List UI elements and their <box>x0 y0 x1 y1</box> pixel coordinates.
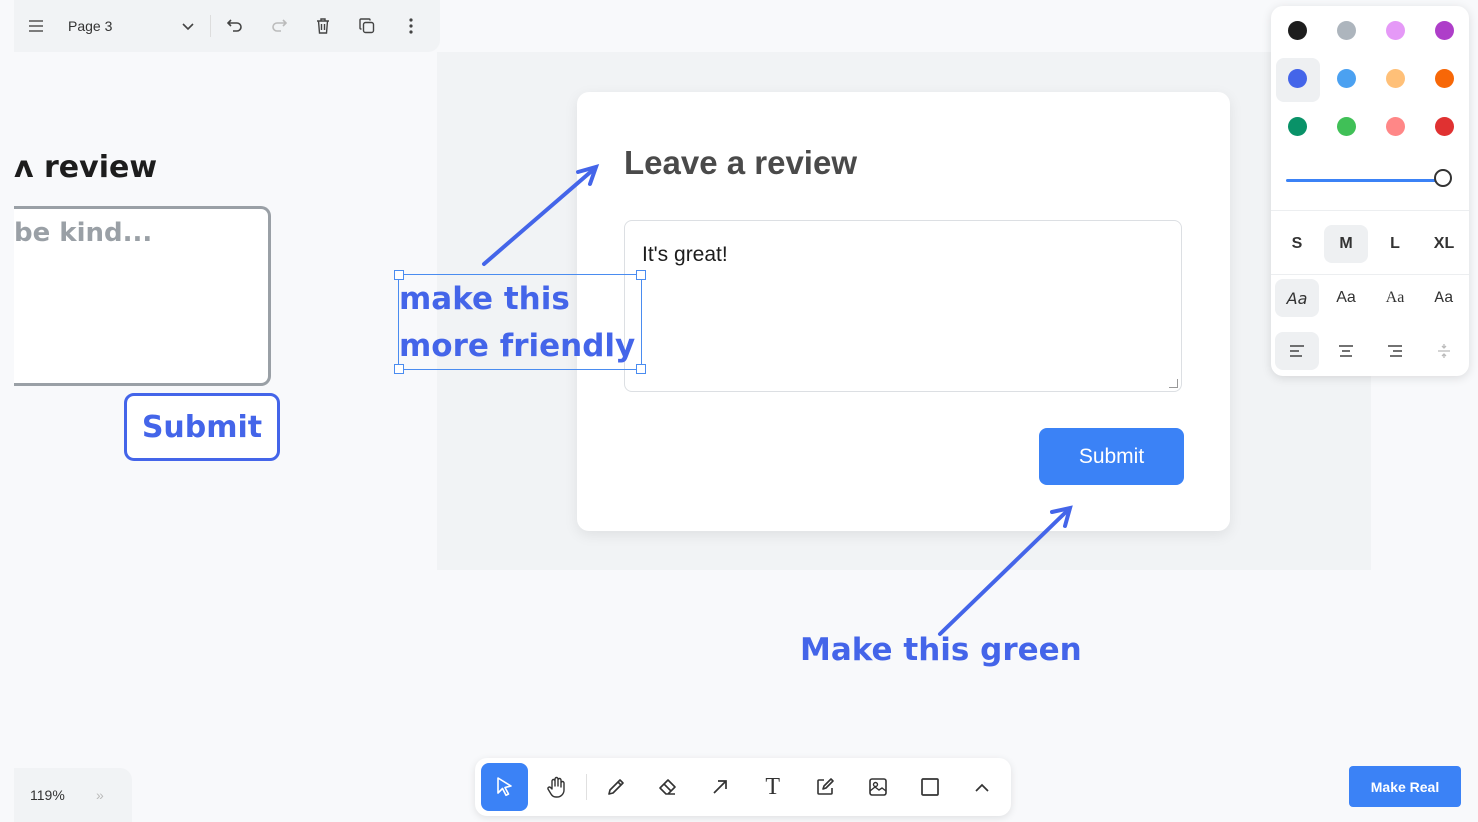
tool-bar: T <box>475 758 1011 816</box>
eraser-icon[interactable] <box>644 763 691 811</box>
annotation-arrows <box>482 164 1073 636</box>
image-icon[interactable] <box>854 763 901 811</box>
arrow-to-submit <box>938 505 1073 636</box>
vertical-align-icon[interactable] <box>1422 332 1466 370</box>
color-swatch[interactable] <box>1435 21 1454 40</box>
resize-handle-bottom-right[interactable] <box>636 364 646 374</box>
rectangle-icon[interactable] <box>906 763 953 811</box>
color-swatch[interactable] <box>1288 69 1307 88</box>
hand-icon[interactable] <box>533 763 580 811</box>
zoom-control[interactable]: 119% » <box>14 768 132 822</box>
color-swatch[interactable] <box>1288 117 1307 136</box>
annotation-green[interactable]: Make this green <box>800 632 1082 668</box>
font-option-serif[interactable]: Aa <box>1373 279 1417 317</box>
size-option-s[interactable]: S <box>1275 225 1319 263</box>
tool-separator <box>585 774 587 800</box>
color-swatch[interactable] <box>1337 21 1356 40</box>
color-swatch[interactable] <box>1435 69 1454 88</box>
font-option-draw[interactable]: Aa <box>1275 279 1319 317</box>
resize-handle-top-right[interactable] <box>636 270 646 280</box>
expand-chevrons-icon[interactable]: » <box>96 787 104 803</box>
style-panel: S M L XL Aa Aa Aa Aa <box>1271 6 1469 376</box>
panel-divider <box>1271 274 1469 275</box>
pencil-icon[interactable] <box>592 763 639 811</box>
arrow-icon[interactable] <box>697 763 744 811</box>
resize-handle-bottom-left[interactable] <box>394 364 404 374</box>
color-swatch[interactable] <box>1337 117 1356 136</box>
size-option-l[interactable]: L <box>1373 225 1417 263</box>
align-center-icon[interactable] <box>1324 332 1368 370</box>
align-left-icon[interactable] <box>1275 332 1319 370</box>
color-swatch[interactable] <box>1435 117 1454 136</box>
selection-box[interactable] <box>394 270 646 374</box>
zoom-level[interactable]: 119% <box>14 787 96 803</box>
select-icon[interactable] <box>481 763 529 811</box>
make-real-button[interactable]: Make Real <box>1349 766 1461 807</box>
text-icon[interactable]: T <box>749 763 796 811</box>
size-option-xl[interactable]: XL <box>1422 225 1466 263</box>
align-right-icon[interactable] <box>1373 332 1417 370</box>
opacity-slider-track[interactable] <box>1286 179 1446 182</box>
color-swatch[interactable] <box>1386 117 1405 136</box>
color-swatch[interactable] <box>1386 69 1405 88</box>
color-swatch[interactable] <box>1337 69 1356 88</box>
color-swatch[interactable] <box>1386 21 1405 40</box>
note-icon[interactable] <box>801 763 848 811</box>
size-option-m[interactable]: M <box>1324 225 1368 263</box>
arrow-to-title <box>482 164 600 266</box>
font-option-mono[interactable]: Aa <box>1422 279 1466 317</box>
color-swatch[interactable] <box>1288 21 1307 40</box>
panel-divider <box>1271 210 1469 211</box>
opacity-slider-thumb[interactable] <box>1434 169 1452 187</box>
font-option-sans[interactable]: Aa <box>1324 279 1368 317</box>
resize-handle-top-left[interactable] <box>394 270 404 280</box>
chevron-up-icon[interactable] <box>959 763 1006 811</box>
